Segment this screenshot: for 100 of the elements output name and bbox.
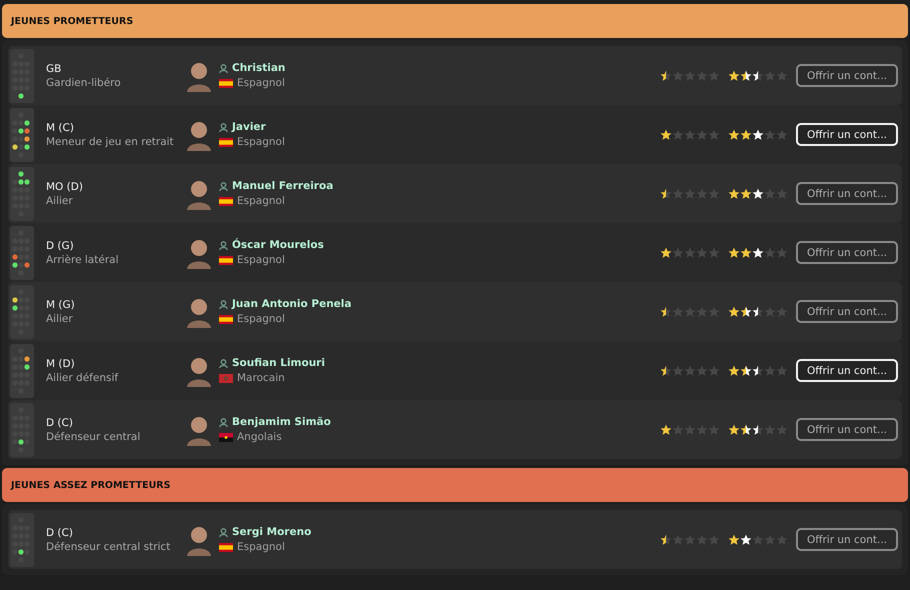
player-row[interactable]: M (D) Ailier défensif Soufian Limouri Marocain Offrir un cont... bbox=[8, 341, 902, 400]
star-icon bbox=[728, 306, 740, 318]
star-icon bbox=[752, 70, 764, 82]
player-name[interactable]: Javier bbox=[232, 121, 266, 133]
position-label: MO (D) bbox=[46, 180, 84, 192]
offer-contract-button[interactable]: Offrir un cont... bbox=[796, 418, 898, 441]
player-row[interactable]: D (C) Défenseur central Benjamim Simão Angolais Offrir un cont... bbox=[8, 400, 902, 459]
star-icon bbox=[740, 246, 752, 258]
star-icon bbox=[740, 128, 752, 140]
offer-contract-button[interactable]: Offrir un cont... bbox=[796, 64, 898, 87]
player-name[interactable]: Sergi Moreno bbox=[232, 526, 312, 538]
star-icon bbox=[740, 70, 752, 82]
offer-contract-button[interactable]: Offrir un cont... bbox=[796, 241, 898, 264]
star-icon bbox=[696, 534, 708, 546]
offer-contract-button[interactable]: Offrir un cont... bbox=[796, 300, 898, 323]
player-row[interactable]: M (G) Ailier Juan Antonio Penela Espagnol Offrir un cont... bbox=[8, 282, 902, 341]
star-icon bbox=[764, 534, 776, 546]
star-icon bbox=[684, 188, 696, 200]
star-icon bbox=[684, 70, 696, 82]
nationality-label: Marocain bbox=[237, 372, 285, 384]
player-row[interactable]: D (C) Défenseur central strict Sergi Moreno Espagnol Offrir un cont... bbox=[8, 510, 902, 569]
position-label: GB bbox=[46, 62, 62, 74]
star-icon bbox=[728, 70, 740, 82]
star-icon bbox=[696, 306, 708, 318]
nationality-label: Espagnol bbox=[237, 195, 285, 207]
person-icon bbox=[219, 528, 228, 536]
star-icon bbox=[764, 128, 776, 140]
star-icon bbox=[764, 246, 776, 258]
star-icon bbox=[672, 306, 684, 318]
player-row[interactable]: MO (D) Ailier Manuel Ferreiroa Espagnol Offrir un cont... bbox=[8, 164, 902, 223]
star-icon bbox=[740, 188, 752, 200]
star-icon bbox=[708, 306, 720, 318]
star-icon bbox=[776, 534, 788, 546]
star-icon bbox=[708, 70, 720, 82]
star-icon bbox=[696, 424, 708, 436]
offer-contract-button[interactable]: Offrir un cont... bbox=[796, 528, 898, 551]
player-row[interactable]: M (C) Meneur de jeu en retrait Javier Espagnol Offrir un cont... bbox=[8, 105, 902, 164]
role-label: Ailier bbox=[46, 312, 74, 324]
star-icon bbox=[728, 534, 740, 546]
star-icon bbox=[764, 424, 776, 436]
star-icon bbox=[752, 188, 764, 200]
star-icon bbox=[660, 424, 672, 436]
offer-contract-button[interactable]: Offrir un cont... bbox=[796, 359, 898, 382]
nationality-label: Espagnol bbox=[237, 254, 285, 266]
player-name[interactable]: Juan Antonio Penela bbox=[232, 298, 352, 310]
star-icon bbox=[776, 70, 788, 82]
section-header: JEUNES PROMETTEURS bbox=[2, 4, 908, 38]
star-icon bbox=[684, 306, 696, 318]
role-label: Défenseur central strict bbox=[46, 540, 172, 552]
star-icon bbox=[740, 534, 752, 546]
star-icon bbox=[764, 188, 776, 200]
player-name[interactable]: Benjamim Simão bbox=[232, 416, 331, 428]
star-icon bbox=[708, 246, 720, 258]
player-name[interactable]: Soufian Limouri bbox=[232, 357, 325, 369]
player-name[interactable]: Óscar Mourelos bbox=[232, 239, 324, 251]
star-icon bbox=[672, 424, 684, 436]
star-icon bbox=[696, 246, 708, 258]
star-icon bbox=[776, 128, 788, 140]
player-name[interactable]: Christian bbox=[232, 62, 286, 74]
position-label: D (C) bbox=[46, 416, 74, 428]
star-icon bbox=[728, 188, 740, 200]
person-icon bbox=[219, 182, 228, 190]
star-icon bbox=[752, 128, 764, 140]
star-icon bbox=[696, 128, 708, 140]
star-icon bbox=[708, 128, 720, 140]
star-icon bbox=[708, 364, 720, 376]
star-icon bbox=[708, 424, 720, 436]
star-icon bbox=[728, 128, 740, 140]
star-icon bbox=[660, 128, 672, 140]
nationality-label: Angolais bbox=[237, 431, 282, 443]
star-icon bbox=[696, 188, 708, 200]
star-icon bbox=[752, 364, 764, 376]
star-icon bbox=[684, 128, 696, 140]
star-icon bbox=[696, 70, 708, 82]
star-icon bbox=[660, 306, 672, 318]
star-icon bbox=[776, 364, 788, 376]
star-icon bbox=[684, 246, 696, 258]
person-icon bbox=[219, 240, 228, 250]
nationality-label: Espagnol bbox=[237, 313, 285, 325]
star-icon bbox=[672, 188, 684, 200]
player-name[interactable]: Manuel Ferreiroa bbox=[232, 180, 334, 192]
person-icon bbox=[219, 418, 228, 426]
star-icon bbox=[660, 246, 672, 258]
star-icon bbox=[728, 246, 740, 258]
star-icon bbox=[660, 70, 672, 82]
person-icon bbox=[219, 64, 228, 72]
star-icon bbox=[684, 424, 696, 436]
role-label: Arrière latéral bbox=[46, 254, 120, 266]
offer-contract-button[interactable]: Offrir un cont... bbox=[796, 123, 898, 146]
person-icon bbox=[219, 358, 228, 368]
position-label: M (G) bbox=[46, 298, 76, 310]
player-row[interactable]: D (G) Arrière latéral Óscar Mourelos Espagnol Offrir un cont... bbox=[8, 223, 902, 282]
star-icon bbox=[764, 306, 776, 318]
star-icon bbox=[696, 364, 708, 376]
star-icon bbox=[752, 246, 764, 258]
offer-contract-button[interactable]: Offrir un cont... bbox=[796, 182, 898, 205]
star-icon bbox=[684, 364, 696, 376]
player-row[interactable]: GB Gardien-libéro Christian Espagnol Offrir un cont... bbox=[8, 46, 902, 105]
star-icon bbox=[776, 424, 788, 436]
section-header: JEUNES ASSEZ PROMETTEURS bbox=[2, 468, 908, 502]
